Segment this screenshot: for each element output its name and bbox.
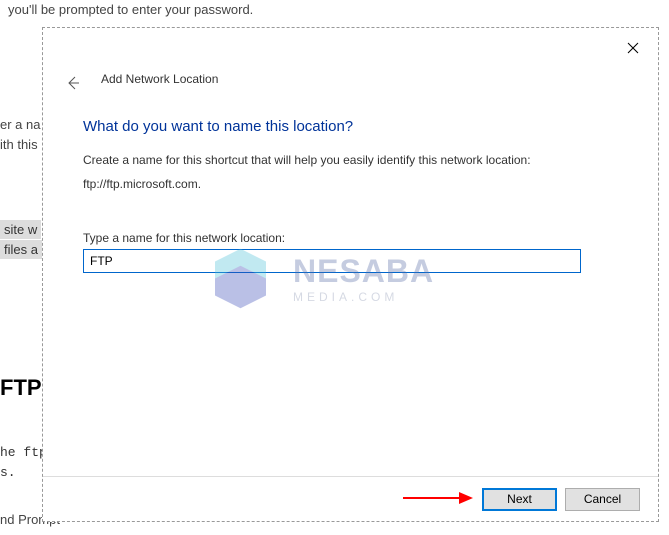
page-heading: What do you want to name this location? bbox=[83, 118, 618, 135]
bg-heading-ftp: FTP bbox=[0, 375, 42, 401]
bg-grey-2: files a bbox=[0, 240, 42, 259]
input-label: Type a name for this network location: bbox=[83, 231, 618, 245]
bg-grey-1: site w bbox=[0, 220, 41, 239]
bg-text-top: you'll be prompted to enter your passwor… bbox=[8, 0, 253, 20]
next-button[interactable]: Next bbox=[482, 488, 557, 511]
description-text: Create a name for this shortcut that wil… bbox=[83, 153, 618, 167]
bg-text-era: er a na bbox=[0, 115, 40, 135]
watermark-sub: MEDIA.COM bbox=[293, 290, 434, 304]
arrow-left-icon bbox=[65, 75, 81, 91]
button-bar: Next Cancel bbox=[43, 476, 658, 521]
cancel-button[interactable]: Cancel bbox=[565, 488, 640, 511]
bg-code-line1: he ftp bbox=[0, 445, 47, 460]
back-button[interactable] bbox=[61, 71, 85, 95]
close-button[interactable] bbox=[618, 36, 648, 60]
bg-text-ith: ith this bbox=[0, 135, 38, 155]
dialog-content: What do you want to name this location? … bbox=[83, 118, 618, 273]
dialog-window: Add Network Location What do you want to… bbox=[42, 27, 659, 522]
bg-code-line2: s. bbox=[0, 465, 16, 480]
location-url: ftp://ftp.microsoft.com. bbox=[83, 177, 618, 191]
dialog-title: Add Network Location bbox=[101, 72, 218, 86]
location-name-input[interactable] bbox=[83, 249, 581, 273]
close-icon bbox=[627, 42, 639, 54]
